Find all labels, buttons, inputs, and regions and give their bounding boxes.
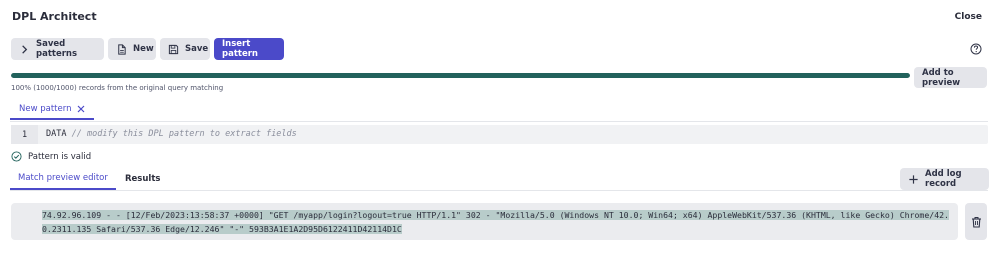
log-record-text[interactable]: 74.92.96.109 - - [12/Feb/2023:13:58:37 +… xyxy=(42,208,955,236)
new-button[interactable]: New xyxy=(108,38,156,60)
tab-new-pattern-label: New pattern xyxy=(19,104,72,114)
floppy-disk-icon xyxy=(168,44,179,54)
check-circle-icon xyxy=(11,151,22,162)
chevron-right-icon xyxy=(22,44,28,54)
match-progress-fill xyxy=(11,73,910,78)
new-label: New xyxy=(133,44,154,54)
plus-icon xyxy=(909,174,918,184)
tab-divider xyxy=(10,121,988,122)
help-icon[interactable] xyxy=(970,43,982,55)
saved-patterns-button[interactable]: Saved patterns xyxy=(11,38,104,60)
add-log-record-label: Add log record xyxy=(925,169,962,189)
pattern-code[interactable]: DATA // modify this DPL pattern to extra… xyxy=(46,129,297,139)
tab-results[interactable]: Results xyxy=(117,168,168,190)
code-keyword: DATA xyxy=(46,129,67,139)
document-icon xyxy=(118,43,126,55)
save-button[interactable]: Save xyxy=(160,38,210,60)
match-summary: 100% (1000/1000) records from the origin… xyxy=(11,84,224,92)
validation-text: Pattern is valid xyxy=(28,151,92,162)
close-button[interactable]: Close xyxy=(955,12,982,22)
tab-new-pattern[interactable]: New pattern xyxy=(10,100,95,120)
add-to-preview-button[interactable]: Add to preview xyxy=(914,67,987,88)
saved-patterns-label: Saved patterns xyxy=(36,39,78,59)
validation-status: Pattern is valid xyxy=(11,150,91,163)
tab-divider-2 xyxy=(10,190,988,191)
insert-pattern-button[interactable]: Insert pattern xyxy=(214,38,284,60)
save-label: Save xyxy=(185,44,209,54)
delete-record-button[interactable] xyxy=(965,203,987,240)
add-log-record-button[interactable]: Add log record xyxy=(900,168,989,190)
code-comment: // modify this DPL pattern to extract fi… xyxy=(71,129,297,139)
tab-match-preview-editor[interactable]: Match preview editor xyxy=(10,168,116,190)
trash-icon xyxy=(971,216,981,228)
dialog-title: DPL Architect xyxy=(12,10,97,23)
match-progress-bar xyxy=(11,73,910,78)
close-tab-icon[interactable] xyxy=(77,105,85,113)
line-number: 1 xyxy=(11,125,38,144)
log-record-highlight: 74.92.96.109 - - [12/Feb/2023:13:58:37 +… xyxy=(42,210,949,234)
